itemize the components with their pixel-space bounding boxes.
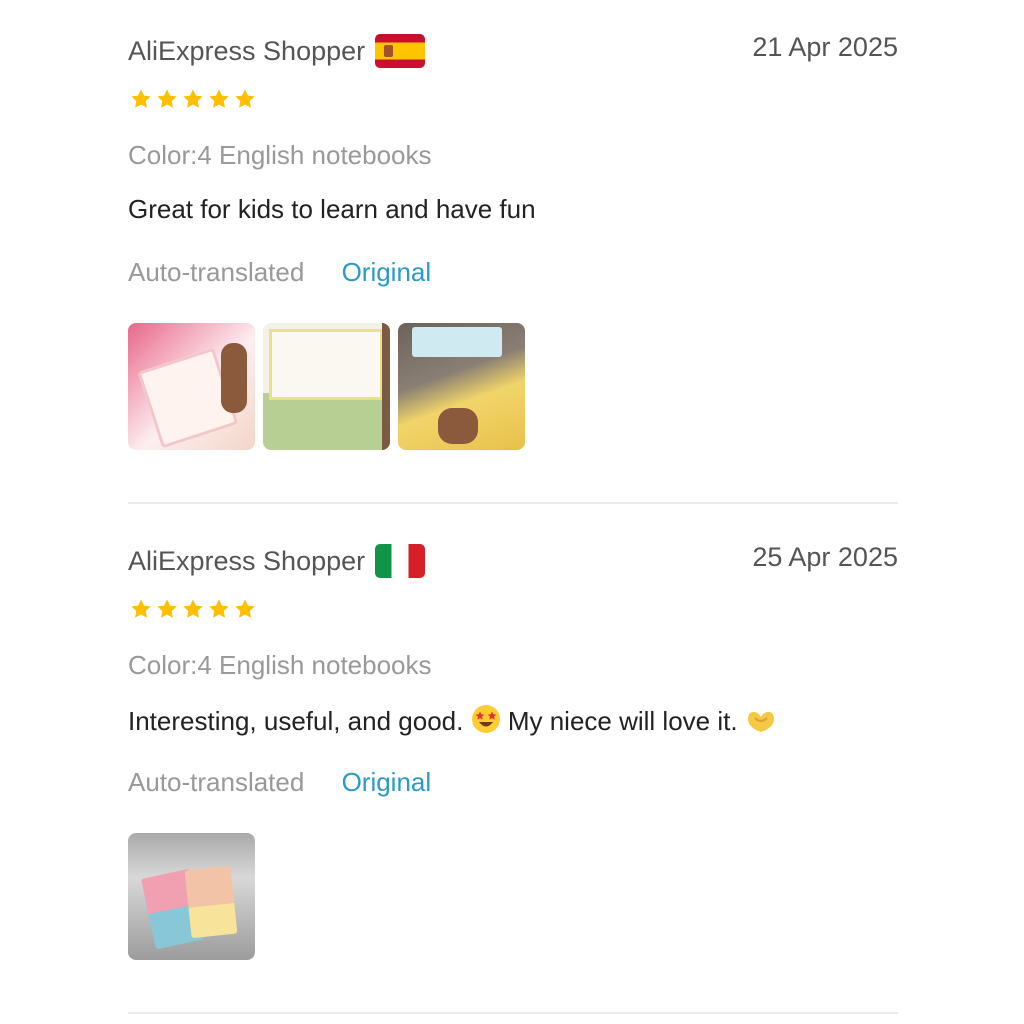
star-icon [183, 599, 203, 618]
review-author: AliExpress Shopper [128, 34, 426, 68]
review-text: Interesting, useful, and good. My niece … [128, 704, 777, 737]
star-rating [130, 598, 256, 620]
review-author: AliExpress Shopper [128, 544, 426, 578]
review-photos [128, 323, 525, 450]
translation-actions: Auto-translated Original [128, 767, 431, 798]
author-name: AliExpress Shopper [128, 545, 366, 576]
star-icon [209, 599, 229, 618]
star-rating [130, 88, 256, 110]
review-date: 21 Apr 2025 [752, 32, 898, 62]
spain-flag-icon [375, 34, 426, 68]
star-icon [157, 89, 177, 108]
auto-translated-label: Auto-translated [128, 767, 305, 797]
star-icon [131, 599, 151, 618]
review-item: AliExpress Shopper 25 Apr 2025 Color:4 E… [128, 510, 898, 1020]
star-icon [209, 89, 229, 108]
review-variant: Color:4 English notebooks [128, 140, 432, 170]
star-icon [235, 599, 255, 618]
translation-actions: Auto-translated Original [128, 257, 431, 288]
star-icon [131, 89, 151, 108]
star-icon [235, 89, 255, 108]
heart-hands-emoji-icon [747, 711, 774, 732]
original-link[interactable]: Original [342, 257, 432, 287]
review-photo[interactable] [128, 833, 255, 960]
review-item: AliExpress Shopper 21 Apr 2025 Color:4 E… [128, 0, 898, 510]
star-struck-emoji-icon [471, 705, 500, 733]
review-photos [128, 833, 255, 960]
original-link[interactable]: Original [342, 767, 432, 797]
author-name: AliExpress Shopper [128, 35, 366, 66]
review-date: 25 Apr 2025 [752, 542, 898, 572]
star-icon [183, 89, 203, 108]
review-photo[interactable] [398, 323, 525, 450]
review-variant: Color:4 English notebooks [128, 650, 432, 680]
divider [128, 502, 898, 504]
review-text-part: My niece will love it. [507, 706, 738, 736]
review-text-part: Interesting, useful, and good. [128, 706, 464, 736]
divider [128, 1012, 898, 1014]
star-icon [157, 599, 177, 618]
review-photo[interactable] [263, 323, 390, 450]
auto-translated-label: Auto-translated [128, 257, 305, 287]
review-text: Great for kids to learn and have fun [128, 194, 536, 224]
italy-flag-icon [375, 544, 426, 578]
review-photo[interactable] [128, 323, 255, 450]
